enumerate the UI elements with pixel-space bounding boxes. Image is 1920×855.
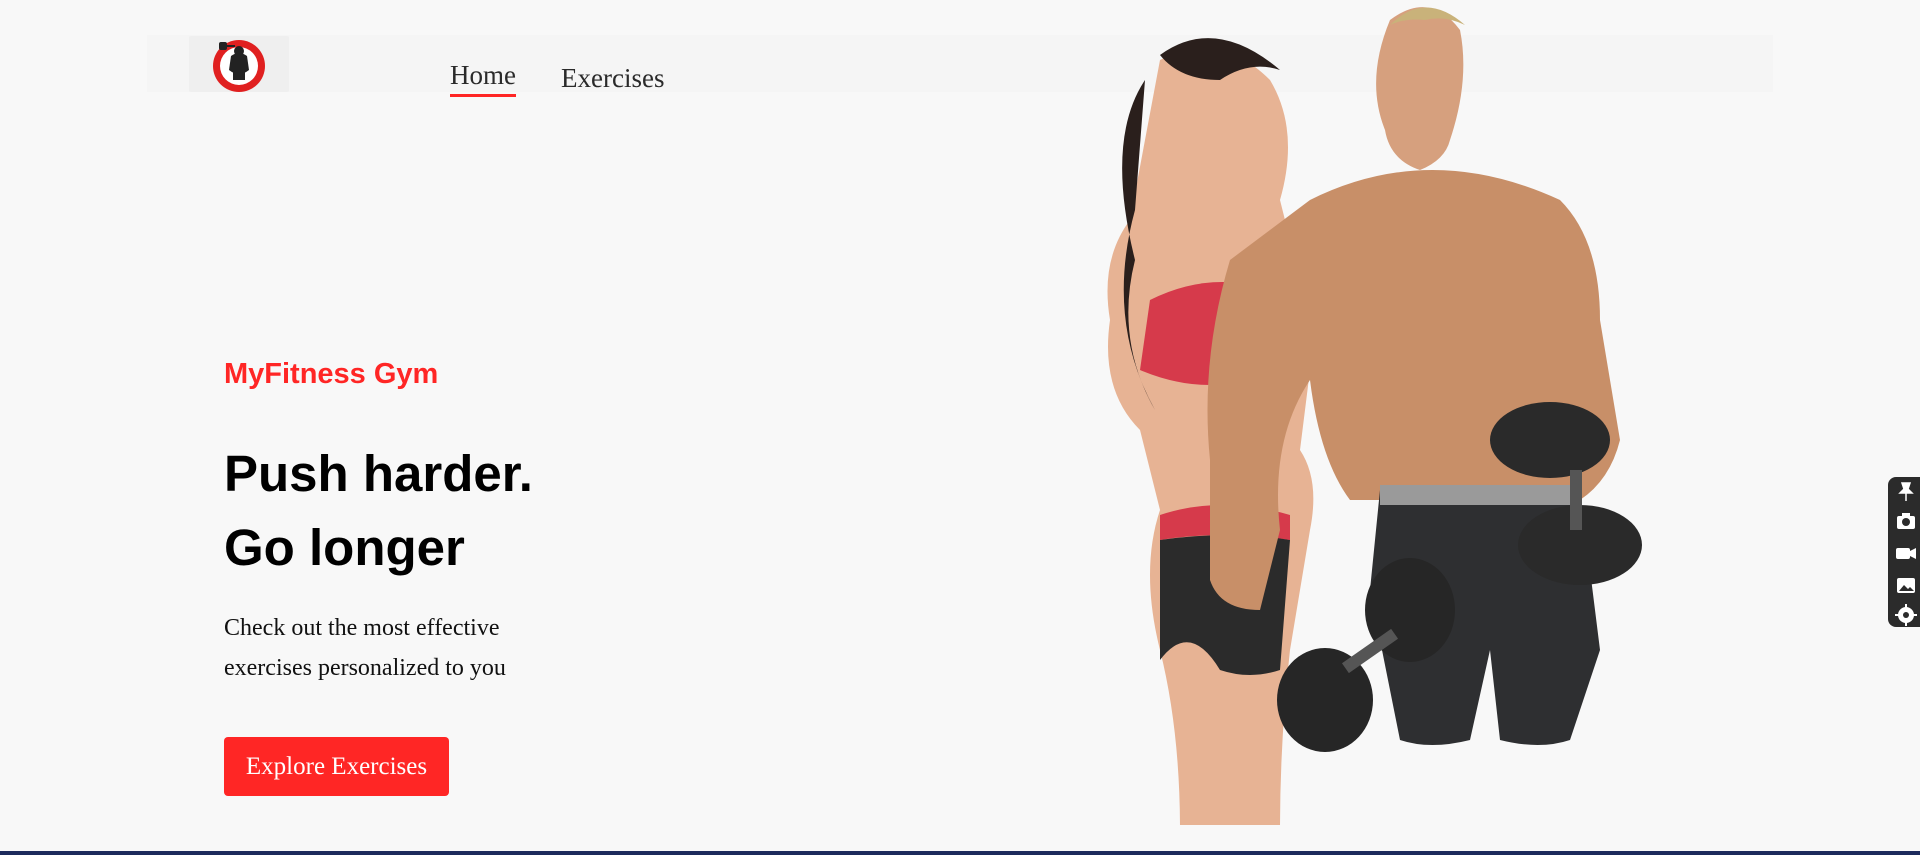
gallery-icon[interactable] <box>1894 573 1918 597</box>
hero-title-line-1: Push harder. <box>224 445 533 502</box>
video-icon[interactable] <box>1894 541 1918 565</box>
hero-subtitle: MyFitness Gym <box>224 358 439 390</box>
nav-link-exercises[interactable]: Exercises <box>561 63 664 94</box>
hero-title: Push harder. Go longer <box>224 437 533 585</box>
gear-icon[interactable] <box>1894 603 1918 627</box>
explore-exercises-button[interactable]: Explore Exercises <box>224 737 449 796</box>
pin-icon[interactable] <box>1894 479 1918 503</box>
camera-icon[interactable] <box>1894 509 1918 533</box>
logo[interactable] <box>189 36 289 92</box>
hero-banner-image <box>1107 7 1642 825</box>
dumbbell-logo-icon <box>213 40 265 92</box>
hero-title-line-2: Go longer <box>224 519 465 576</box>
nav-link-home[interactable]: Home <box>450 60 516 97</box>
side-toolbar <box>1888 477 1920 627</box>
hero-description: Check out the most effective exercises p… <box>224 615 506 681</box>
page-bottom-border <box>0 851 1920 855</box>
